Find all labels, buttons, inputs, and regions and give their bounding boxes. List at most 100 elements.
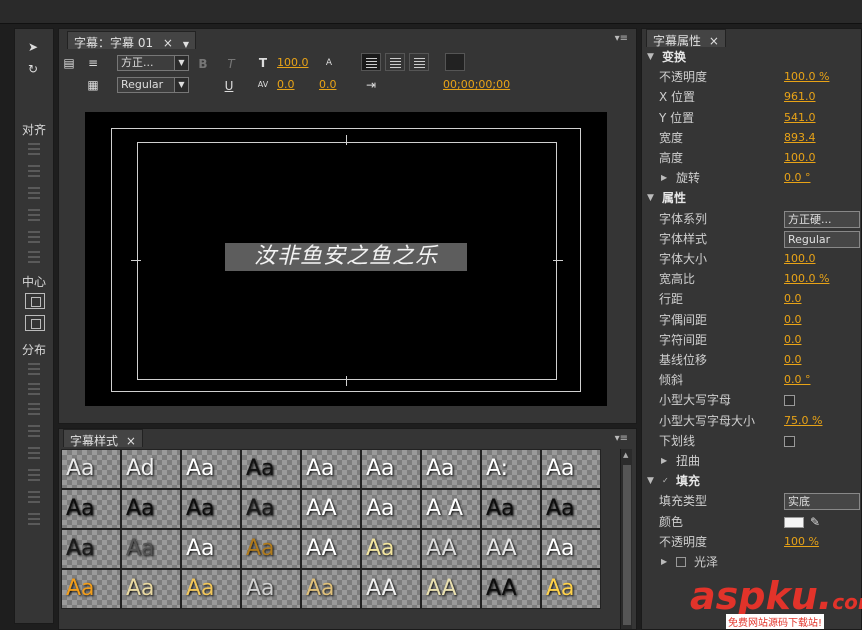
- style-swatch[interactable]: Aa: [541, 449, 601, 489]
- center-horizontal-icon[interactable]: [25, 293, 45, 309]
- style-swatch[interactable]: Aa: [121, 529, 181, 569]
- style-swatch[interactable]: Aa: [361, 529, 421, 569]
- scrollbar-thumb[interactable]: [623, 465, 631, 625]
- align-right-button[interactable]: [409, 53, 429, 71]
- chevron-down-icon[interactable]: ▼: [647, 471, 654, 491]
- distribute-center-icon[interactable]: [25, 381, 45, 397]
- property-value[interactable]: 100.0 %: [784, 269, 829, 289]
- property-value[interactable]: 100 %: [784, 532, 819, 552]
- property-value[interactable]: 0.0: [784, 330, 802, 350]
- property-dropdown[interactable]: 方正硬...: [784, 210, 860, 228]
- tab-close-icon[interactable]: ×: [709, 34, 719, 48]
- align-left-button[interactable]: [361, 53, 381, 71]
- property-value[interactable]: 100.0: [784, 249, 816, 269]
- rotate-tool-icon[interactable]: ↻: [25, 61, 41, 77]
- property-dropdown[interactable]: Regular: [784, 230, 860, 248]
- style-swatch[interactable]: A:: [481, 449, 541, 489]
- distribute-bottom-icon[interactable]: [25, 489, 45, 505]
- style-swatch[interactable]: Aa: [361, 449, 421, 489]
- align-top-icon[interactable]: [25, 207, 45, 223]
- font-style-dropdown[interactable]: Regular ▼: [117, 77, 189, 93]
- property-value[interactable]: 0.0 °: [784, 370, 811, 390]
- title-preview-canvas[interactable]: 汝非鱼安之鱼之乐: [85, 112, 607, 406]
- title-designer-tab[interactable]: 字幕：字幕 01 × ▼: [67, 31, 196, 50]
- property-checkbox[interactable]: [784, 395, 795, 407]
- style-swatch[interactable]: Aa: [121, 489, 181, 529]
- styles-scrollbar[interactable]: [620, 449, 632, 629]
- timecode-value[interactable]: 00;00;00;00: [443, 78, 510, 91]
- color-swatch[interactable]: [784, 516, 804, 528]
- property-value[interactable]: 961.0: [784, 87, 816, 107]
- baseline-value[interactable]: 0.0: [319, 78, 337, 91]
- style-swatch[interactable]: Ad: [121, 449, 181, 489]
- property-value[interactable]: 0.0: [784, 310, 802, 330]
- italic-icon[interactable]: T: [223, 56, 239, 72]
- distribute-left-icon[interactable]: [25, 361, 45, 377]
- property-value[interactable]: 0.0 °: [784, 168, 811, 188]
- show-background-video-button[interactable]: [445, 53, 465, 71]
- style-swatch[interactable]: AA: [421, 569, 481, 609]
- style-swatch[interactable]: AA: [361, 569, 421, 609]
- tab-stops-icon[interactable]: ⇥: [363, 77, 379, 93]
- align-left-icon[interactable]: [25, 141, 45, 157]
- checkmark-icon[interactable]: ✓: [662, 471, 669, 491]
- style-swatch[interactable]: Aa: [181, 489, 241, 529]
- style-swatch[interactable]: AA: [421, 529, 481, 569]
- style-swatch[interactable]: Aa: [541, 529, 601, 569]
- style-swatch[interactable]: Aa: [181, 449, 241, 489]
- property-value[interactable]: 541.0: [784, 108, 816, 128]
- style-swatch[interactable]: A A: [421, 489, 481, 529]
- property-checkbox[interactable]: [784, 435, 795, 447]
- property-group-header[interactable]: 填充: [676, 471, 700, 491]
- property-group-header[interactable]: 变换: [662, 47, 686, 67]
- panel-menu-icon[interactable]: ▾≡: [615, 33, 628, 44]
- align-center-v-icon[interactable]: [25, 229, 45, 245]
- style-swatch[interactable]: AA: [301, 489, 361, 529]
- style-swatch[interactable]: Aa: [181, 569, 241, 609]
- title-properties-tab[interactable]: 字幕属性 ×: [646, 29, 726, 48]
- chevron-down-icon[interactable]: ▼: [647, 188, 654, 208]
- style-swatch[interactable]: Aa: [61, 529, 121, 569]
- chevron-right-icon[interactable]: ▶: [661, 552, 667, 572]
- distribute-right-icon[interactable]: [25, 401, 45, 417]
- style-swatch[interactable]: Aa: [181, 529, 241, 569]
- title-text-caption[interactable]: 汝非鱼安之鱼之乐: [225, 243, 467, 271]
- align-bottom-icon[interactable]: [25, 249, 45, 265]
- style-swatch[interactable]: Aa: [481, 489, 541, 529]
- distribute-top-icon[interactable]: [25, 445, 45, 461]
- style-swatch[interactable]: Aa: [541, 569, 601, 609]
- property-group-header[interactable]: 属性: [662, 188, 686, 208]
- property-value[interactable]: 893.4: [784, 128, 816, 148]
- distribute-v-icon[interactable]: [25, 511, 45, 527]
- style-swatch[interactable]: AA: [301, 529, 361, 569]
- align-center-button[interactable]: [385, 53, 405, 71]
- style-swatch[interactable]: Aa: [421, 449, 481, 489]
- property-checkbox[interactable]: [676, 557, 686, 567]
- panel-menu-icon[interactable]: ▾≡: [615, 433, 628, 444]
- property-value[interactable]: 100.0 %: [784, 67, 829, 87]
- style-swatch[interactable]: Aa: [121, 569, 181, 609]
- style-swatch[interactable]: Aa: [301, 449, 361, 489]
- style-swatch[interactable]: AA: [481, 529, 541, 569]
- chevron-right-icon[interactable]: ▶: [661, 168, 667, 188]
- templates-icon[interactable]: ▦: [85, 77, 101, 93]
- new-title-icon[interactable]: ▤: [61, 55, 77, 71]
- chevron-right-icon[interactable]: ▶: [661, 451, 667, 471]
- style-swatch[interactable]: AA: [481, 569, 541, 609]
- chevron-down-icon[interactable]: ▼: [183, 40, 189, 49]
- font-family-dropdown[interactable]: 方正... ▼: [117, 55, 189, 71]
- style-swatch[interactable]: Aa: [241, 529, 301, 569]
- kerning-value[interactable]: 0.0: [277, 78, 295, 91]
- style-swatch[interactable]: Aa: [241, 489, 301, 529]
- chevron-down-icon[interactable]: ▼: [647, 47, 654, 67]
- property-dropdown[interactable]: 实底: [784, 493, 860, 511]
- underline-icon[interactable]: U: [221, 78, 237, 94]
- distribute-middle-icon[interactable]: [25, 467, 45, 483]
- property-value[interactable]: 0.0: [784, 289, 802, 309]
- tab-close-icon[interactable]: ×: [163, 36, 173, 50]
- property-value[interactable]: 0.0: [784, 350, 802, 370]
- center-vertical-icon[interactable]: [25, 315, 45, 331]
- property-value[interactable]: 75.0 %: [784, 411, 822, 431]
- style-swatch[interactable]: Aa: [301, 569, 361, 609]
- style-swatch[interactable]: Aa: [61, 489, 121, 529]
